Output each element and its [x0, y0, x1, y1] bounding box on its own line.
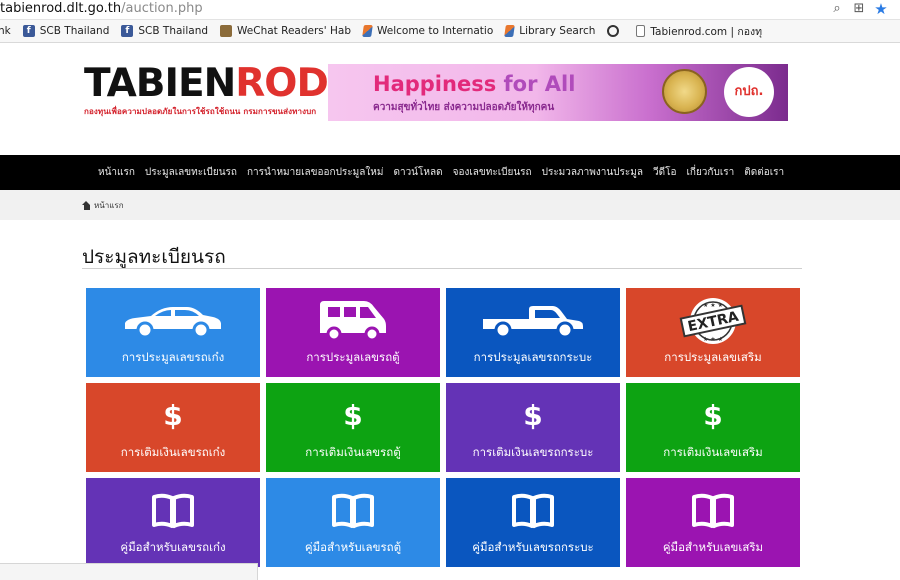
tile-label: การเติมเงินเลขรถตู้ [305, 445, 401, 459]
home-icon [82, 201, 91, 210]
car-icon [86, 298, 260, 344]
bookmark-item[interactable]: WeChat Readers' Hab [220, 25, 351, 37]
address-bar-icons: ⌕ ⊞ ★ [830, 2, 888, 17]
diamond-icon [504, 25, 516, 37]
bookmark-item[interactable]: Welcome to Internatio [362, 25, 494, 37]
bookmark-label: SCB Thailand [39, 25, 110, 37]
bookmark-star-icon[interactable]: ★ [874, 2, 888, 17]
svg-text:★ ★ ★: ★ ★ ★ [703, 336, 723, 343]
bookmark-item[interactable]: Tabienrod.com | กองทุ [636, 23, 762, 40]
nav-item-download[interactable]: ดาวน์โหลด [393, 165, 442, 180]
tile-manual-extra[interactable]: คู่มือสำหรับเลขเสริม [626, 478, 800, 567]
nav-item-about[interactable]: เกี่ยวกับเรา [686, 165, 734, 180]
dollar-icon: $ [343, 399, 363, 432]
diamond-icon [362, 25, 373, 37]
nav-item-video[interactable]: วีดีโอ [653, 165, 677, 180]
nav-item-reserve[interactable]: จองเลขทะเบียนรถ [453, 165, 532, 180]
bookmark-item[interactable]: Library Search [504, 25, 596, 37]
nav-item-contact[interactable]: ติดต่อเรา [744, 165, 784, 180]
tile-label: การประมูลเลขเสริม [664, 350, 762, 364]
extra-badge-icon: EXTRA ★ ★ ★ ★ ★ ★ [626, 298, 800, 344]
tile-topup-pickup[interactable]: $ การเติมเงินเลขรถกระบะ [446, 383, 620, 472]
tile-label: การเติมเงินเลขรถกระบะ [472, 445, 594, 459]
tile-topup-van[interactable]: $ การเติมเงินเลขรถตู้ [266, 383, 440, 472]
logo-text-main: TABIEN [84, 61, 236, 106]
tile-topup-extra[interactable]: $ การเติมเงินเลขเสริม [626, 383, 800, 472]
bookmark-item[interactable]: f SCB Thailand [121, 25, 208, 37]
zoom-icon[interactable]: ⌕ [830, 2, 844, 16]
nav-item-reauction[interactable]: การนำหมายเลขออกประมูลใหม่ [247, 165, 383, 180]
book-icon [446, 488, 620, 534]
book-icon [266, 488, 440, 534]
title-divider [82, 268, 802, 269]
header-banner: Happiness for All ความสุขทั่วไทย ส่งความ… [328, 64, 788, 121]
main-navigation: หน้าแรก ประมูลเลขทะเบียนรถ การนำหมายเลขอ… [0, 155, 900, 190]
tile-label: คู่มือสำหรับเลขรถตู้ [304, 540, 402, 554]
book-icon [86, 488, 260, 534]
dollar-icon: $ [163, 399, 183, 432]
tile-label: การประมูลเลขรถเก๋ง [121, 350, 225, 364]
bookmark-item[interactable]: nk [0, 25, 11, 37]
kpd-badge: กปถ. [724, 67, 774, 117]
bookmark-label: Tabienrod.com | กองทุ [650, 25, 763, 38]
url-host: tabienrod.dlt.go.th [0, 1, 122, 16]
breadcrumb-home-link[interactable]: หน้าแรก [94, 199, 124, 212]
status-bar [0, 563, 258, 580]
facebook-icon: f [121, 25, 134, 37]
translate-icon[interactable]: ⊞ [852, 2, 866, 16]
bookmark-label: SCB Thailand [138, 25, 209, 37]
bookmarks-bar: nk f SCB Thailand f SCB Thailand WeChat … [0, 20, 900, 43]
nav-item-auction[interactable]: ประมูลเลขทะเบียนรถ [145, 165, 237, 180]
logo-text-accent: ROD [235, 61, 329, 106]
logo-wordmark: TABIENROD [84, 61, 329, 106]
site-logo[interactable]: TABIENROD กองทุนเพื่อความปลอดภัยในการใช้… [84, 61, 329, 123]
bookmark-label: Library Search [519, 25, 596, 37]
tile-manual-sedan[interactable]: คู่มือสำหรับเลขรถเก๋ง [86, 478, 260, 567]
tile-topup-sedan[interactable]: $ การเติมเงินเลขรถเก๋ง [86, 383, 260, 472]
q-icon [607, 25, 620, 37]
van-icon [266, 298, 440, 344]
browser-address-bar[interactable]: tabienrod.dlt.go.th/auction.php ⌕ ⊞ ★ [0, 0, 900, 20]
tile-auction-sedan[interactable]: การประมูลเลขรถเก๋ง [86, 288, 260, 377]
wechat-icon [220, 25, 233, 37]
breadcrumb: หน้าแรก [82, 199, 124, 212]
bookmark-item[interactable]: f SCB Thailand [22, 25, 110, 37]
tile-manual-van[interactable]: คู่มือสำหรับเลขรถตู้ [266, 478, 440, 567]
dollar-icon: $ [523, 399, 543, 432]
government-seal-icon [662, 69, 707, 114]
url-path: /auction.php [121, 1, 203, 16]
banner-title-b: for All [503, 72, 576, 96]
url-text[interactable]: tabienrod.dlt.go.th/auction.php [0, 1, 203, 16]
nav-item-home[interactable]: หน้าแรก [98, 165, 135, 180]
tile-auction-extra[interactable]: EXTRA ★ ★ ★ ★ ★ ★ การประมูลเลขเสริม [626, 288, 800, 377]
bookmark-label: WeChat Readers' Hab [237, 25, 351, 37]
tile-label: การเติมเงินเลขรถเก๋ง [120, 445, 226, 459]
tile-auction-van[interactable]: การประมูลเลขรถตู้ [266, 288, 440, 377]
tile-label: การเติมเงินเลขเสริม [663, 445, 763, 459]
bookmark-label: Welcome to Internatio [376, 25, 494, 37]
tile-auction-pickup[interactable]: การประมูลเลขรถกระบะ [446, 288, 620, 377]
tile-label: การประมูลเลขรถตู้ [306, 350, 400, 364]
page-icon [636, 25, 646, 37]
tile-label: คู่มือสำหรับเลขรถกระบะ [472, 540, 594, 554]
tile-label: คู่มือสำหรับเลขเสริม [662, 540, 764, 554]
dollar-icon: $ [703, 399, 723, 432]
banner-subtitle: ความสุขทั่วไทย ส่งความปลอดภัยให้ทุกคน [373, 102, 555, 113]
nav-item-gallery[interactable]: ประมวลภาพงานประมูล [542, 165, 643, 180]
tile-manual-pickup[interactable]: คู่มือสำหรับเลขรถกระบะ [446, 478, 620, 567]
logo-subtitle: กองทุนเพื่อความปลอดภัยในการใช้รถใช้ถนน ก… [84, 107, 317, 116]
facebook-icon: f [22, 25, 35, 37]
svg-text:★ ★ ★: ★ ★ ★ [703, 302, 723, 309]
bookmark-label: nk [0, 25, 11, 37]
tile-label: การประมูลเลขรถกระบะ [473, 350, 593, 364]
pickup-truck-icon [446, 298, 620, 344]
book-icon [626, 488, 800, 534]
banner-title-a: Happiness [373, 72, 504, 96]
bookmark-item[interactable] [607, 25, 624, 37]
tile-label: คู่มือสำหรับเลขรถเก๋ง [120, 540, 226, 554]
banner-title: Happiness for All [373, 72, 575, 96]
breadcrumb-bar: หน้าแรก [0, 190, 900, 220]
